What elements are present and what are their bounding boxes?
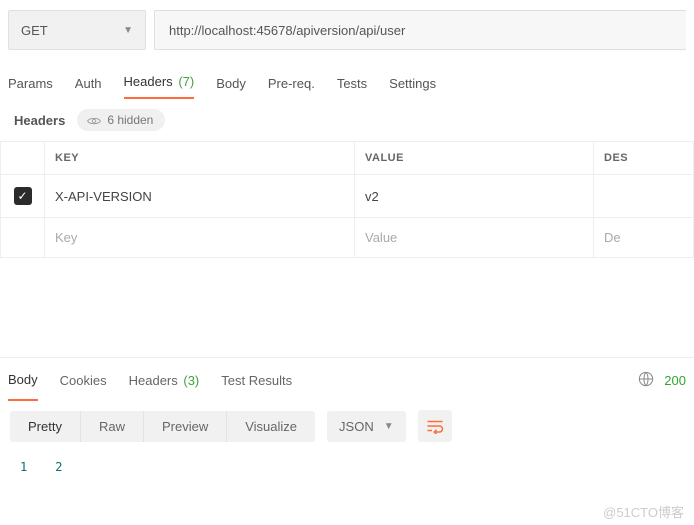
- header-col-value: VALUE: [355, 142, 594, 175]
- view-mode-row: Pretty Raw Preview Visualize JSON ▼: [0, 402, 694, 450]
- resp-tab-headers[interactable]: Headers (3): [129, 361, 200, 400]
- globe-icon[interactable]: [638, 371, 654, 390]
- response-panel: Body Cookies Headers (3) Test Results 20…: [0, 357, 694, 474]
- tab-prereq[interactable]: Pre-req.: [268, 76, 315, 99]
- view-preview-button[interactable]: Preview: [144, 411, 227, 442]
- resp-tab-headers-label: Headers: [129, 373, 178, 388]
- chevron-down-icon: ▼: [384, 421, 394, 432]
- header-col-key: KEY: [45, 142, 355, 175]
- url-value: http://localhost:45678/apiversion/api/us…: [169, 23, 405, 38]
- checkbox-checked-icon: ✓: [14, 187, 32, 205]
- row-value-placeholder[interactable]: Value: [355, 218, 594, 258]
- headers-subbar: Headers 6 hidden: [0, 99, 694, 141]
- tab-headers-count: (7): [178, 74, 194, 89]
- tab-settings[interactable]: Settings: [389, 76, 436, 99]
- view-visualize-button[interactable]: Visualize: [227, 411, 315, 442]
- hidden-headers-toggle[interactable]: 6 hidden: [77, 109, 165, 131]
- resp-tab-headers-count: (3): [183, 373, 199, 388]
- header-col-check: [1, 142, 45, 175]
- wrap-lines-button[interactable]: [418, 410, 452, 442]
- response-type-value: JSON: [339, 419, 374, 434]
- view-raw-button[interactable]: Raw: [81, 411, 144, 442]
- resp-tab-cookies[interactable]: Cookies: [60, 361, 107, 400]
- tab-headers-label: Headers: [124, 74, 173, 89]
- chevron-down-icon: ▼: [123, 25, 133, 36]
- url-input[interactable]: http://localhost:45678/apiversion/api/us…: [154, 10, 686, 50]
- http-method-select[interactable]: GET ▼: [8, 10, 146, 50]
- view-pretty-button[interactable]: Pretty: [10, 411, 81, 442]
- line-number: 2: [55, 460, 62, 474]
- headers-table: KEY VALUE DES ✓ X-API-VERSION v2 Key Val…: [0, 141, 694, 258]
- watermark: @51CTO博客: [603, 502, 684, 521]
- http-method-value: GET: [21, 23, 48, 38]
- table-row: Key Value De: [1, 218, 694, 258]
- row-checkbox-cell[interactable]: [1, 218, 45, 258]
- tab-headers[interactable]: Headers (7): [124, 74, 195, 99]
- row-value[interactable]: v2: [355, 175, 594, 218]
- eye-icon: [87, 115, 101, 125]
- line-gutter: 1 2: [0, 450, 694, 474]
- row-key-placeholder[interactable]: Key: [45, 218, 355, 258]
- hidden-headers-text: 6 hidden: [107, 113, 153, 127]
- tab-auth[interactable]: Auth: [75, 76, 102, 99]
- tab-body[interactable]: Body: [216, 76, 246, 99]
- request-tabs: Params Auth Headers (7) Body Pre-req. Te…: [0, 60, 694, 99]
- resp-tab-test-results[interactable]: Test Results: [221, 361, 292, 400]
- view-mode-group: Pretty Raw Preview Visualize: [10, 411, 315, 442]
- row-key[interactable]: X-API-VERSION: [45, 175, 355, 218]
- status-code: 200: [664, 373, 686, 388]
- wrap-icon: [426, 418, 444, 434]
- tab-tests[interactable]: Tests: [337, 76, 367, 99]
- tab-params[interactable]: Params: [8, 76, 53, 99]
- resp-tab-body[interactable]: Body: [8, 360, 38, 401]
- response-type-select[interactable]: JSON ▼: [327, 411, 406, 442]
- response-tabs: Body Cookies Headers (3) Test Results 20…: [0, 358, 694, 402]
- table-row: ✓ X-API-VERSION v2: [1, 175, 694, 218]
- row-checkbox-cell[interactable]: ✓: [1, 175, 45, 218]
- row-desc[interactable]: [594, 175, 694, 218]
- line-number: 1: [20, 460, 27, 474]
- headers-label: Headers: [14, 113, 65, 128]
- row-desc-placeholder[interactable]: De: [594, 218, 694, 258]
- header-col-desc: DES: [594, 142, 694, 175]
